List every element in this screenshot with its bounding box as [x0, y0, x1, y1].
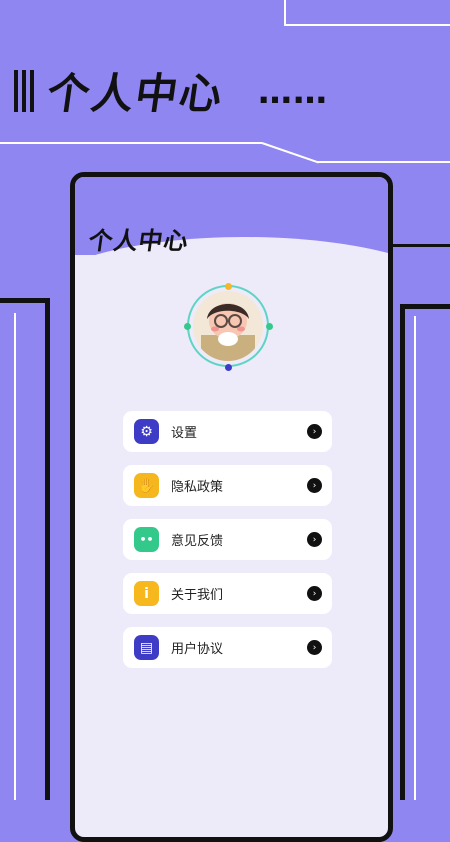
menu-item-label: 意见反馈	[171, 534, 224, 549]
chevron-right-icon: ›	[307, 532, 322, 547]
chevron-right-icon: ›	[307, 586, 322, 601]
decor-line	[284, 24, 450, 26]
ring-dot	[225, 364, 232, 371]
menu-item-settings[interactable]: ⚙ 设置 ›	[123, 411, 332, 452]
decor-line	[400, 304, 450, 309]
avatar-illustration	[193, 291, 263, 361]
decor-line	[400, 304, 405, 800]
menu-item-label: 隐私政策	[171, 480, 224, 495]
phone-title: 个人中心	[86, 227, 191, 255]
ring-dot	[225, 283, 232, 290]
info-icon: i	[134, 581, 159, 606]
decor-line	[383, 244, 450, 247]
phone-frame: 个人中心 ⚙ 设置 › ✋ 隐私政策 › •• 意见反馈 › i 关于我们 › …	[70, 172, 393, 842]
menu-item-feedback[interactable]: •• 意见反馈 ›	[123, 519, 332, 560]
page-title: 个人中心	[44, 69, 228, 118]
avatar[interactable]	[193, 291, 263, 361]
menu-item-about-us[interactable]: i 关于我们 ›	[123, 573, 332, 614]
decor-line	[318, 161, 450, 163]
decor-line	[261, 142, 320, 164]
decor-line	[0, 298, 50, 303]
ring-dot	[184, 323, 191, 330]
ring-dot	[266, 323, 273, 330]
decor-line	[284, 0, 286, 26]
chat-icon: ••	[134, 527, 159, 552]
title-ellipsis: ……	[258, 72, 328, 112]
decor-line	[14, 313, 16, 800]
chevron-right-icon: ›	[307, 640, 322, 655]
menu-item-label: 设置	[171, 426, 198, 441]
hand-icon: ✋	[134, 473, 159, 498]
menu-list: ⚙ 设置 › ✋ 隐私政策 › •• 意见反馈 › i 关于我们 › ▤ 用户协…	[123, 411, 332, 681]
chevron-right-icon: ›	[307, 424, 322, 439]
chevron-right-icon: ›	[307, 478, 322, 493]
header-bars-decor	[14, 70, 34, 112]
menu-item-user-agreement[interactable]: ▤ 用户协议 ›	[123, 627, 332, 668]
menu-item-label: 用户协议	[171, 642, 224, 657]
menu-item-label: 关于我们	[171, 588, 224, 603]
menu-item-privacy-policy[interactable]: ✋ 隐私政策 ›	[123, 465, 332, 506]
decor-line	[0, 142, 262, 144]
gear-icon: ⚙	[134, 419, 159, 444]
document-icon: ▤	[134, 635, 159, 660]
decor-line	[45, 298, 50, 800]
decor-line	[414, 316, 416, 800]
